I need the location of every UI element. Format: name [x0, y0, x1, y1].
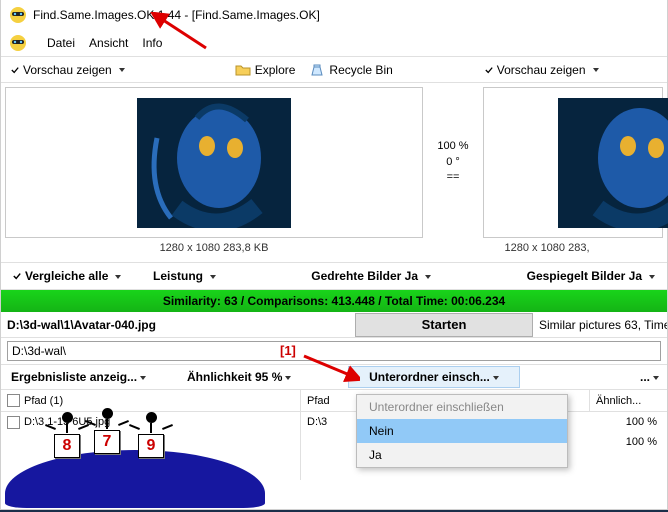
- rotated-label: Gedrehte Bilder Ja: [311, 269, 418, 283]
- chevron-down-icon: [210, 269, 216, 283]
- list-cell-path: D:\3: [307, 416, 327, 428]
- performance-dropdown[interactable]: Leistung: [147, 269, 267, 283]
- check-icon: [485, 66, 493, 74]
- chevron-down-icon: [140, 370, 146, 384]
- mirrored-label: Gespiegelt Bilder Ja: [527, 269, 642, 283]
- menubar: Datei Ansicht Info: [1, 30, 667, 56]
- recycle-label: Recycle Bin: [329, 63, 392, 77]
- chevron-down-icon: [493, 370, 499, 384]
- list-cell-sim: 100 %: [589, 432, 667, 452]
- preview-image-left: [137, 98, 291, 228]
- subfolders-menu-title: Unterordner einschließen: [357, 395, 567, 419]
- performance-label: Leistung: [153, 269, 203, 283]
- overlay-card: 8: [54, 434, 80, 458]
- start-button-label: Starten: [422, 317, 467, 332]
- subfolders-menu: Unterordner einschließen Nein Ja: [356, 394, 568, 468]
- recycle-icon: [309, 62, 325, 78]
- compare-all-dropdown[interactable]: Vergleiche alle: [7, 269, 147, 283]
- subfolders-menu-yes[interactable]: Ja: [357, 443, 567, 467]
- compare-options-row: Vergleiche alle Leistung Gedrehte Bilder…: [1, 262, 667, 290]
- list-header-left-label: Pfad (1): [24, 395, 63, 407]
- check-icon: [11, 66, 19, 74]
- annotation-arrow-icon: [300, 350, 360, 382]
- explore-button[interactable]: Explore: [231, 62, 300, 78]
- status-text: Similarity: 63 / Comparisons: 413.448 / …: [163, 294, 505, 308]
- image-meta-right: 1280 x 1080 283,: [427, 242, 667, 262]
- menu-view[interactable]: Ansicht: [89, 36, 128, 50]
- overlay-card: 9: [138, 434, 164, 458]
- annotation-arrow-icon: [150, 12, 210, 52]
- preview-toggle-right[interactable]: Vorschau zeigen: [481, 63, 603, 77]
- list-header-sim-label: Ähnlich...: [596, 395, 641, 407]
- subfolders-menu-no[interactable]: Nein: [357, 419, 567, 443]
- chevron-down-icon: [115, 269, 121, 283]
- preview-pane-right[interactable]: [483, 87, 663, 238]
- preview-toggle-left-label: Vorschau zeigen: [23, 63, 112, 77]
- checkbox[interactable]: [7, 394, 20, 407]
- result-list-dropdown[interactable]: Ergebnisliste anzeig...: [1, 365, 177, 389]
- list-header-right-label: Pfad: [307, 395, 330, 407]
- more-options-button[interactable]: ...: [632, 370, 667, 384]
- preview-toolbar: Vorschau zeigen Explore Recycle Bin Vors…: [1, 56, 667, 82]
- folder-icon: [235, 62, 251, 78]
- preview-toggle-right-label: Vorschau zeigen: [497, 63, 586, 77]
- image-meta-row: 1280 x 1080 283,8 KB 1280 x 1080 283,: [1, 242, 667, 262]
- preview-row: 100 % 0 ° ==: [1, 82, 667, 242]
- chevron-down-icon: [653, 370, 659, 384]
- compare-all-label: Vergleiche alle: [25, 269, 108, 283]
- current-path-row: D:\3d-wal\1\Avatar-040.jpg Starten Simil…: [1, 312, 667, 338]
- preview-pane-left[interactable]: [5, 87, 423, 238]
- overlay-card: 7: [94, 430, 120, 454]
- chevron-down-icon: [119, 63, 125, 77]
- list-header-left[interactable]: Pfad (1): [1, 390, 300, 412]
- list-cell-sim: 100 %: [589, 412, 667, 432]
- mirrored-dropdown[interactable]: Gespiegelt Bilder Ja: [437, 269, 661, 283]
- status-bar: Similarity: 63 / Comparisons: 413.448 / …: [1, 290, 667, 312]
- result-list-label: Ergebnisliste anzeig...: [11, 370, 137, 384]
- current-image-path: D:\3d-wal\1\Avatar-040.jpg: [1, 318, 355, 332]
- app-icon: [9, 6, 27, 24]
- menu-file[interactable]: Datei: [47, 36, 75, 50]
- compare-rotation: 0 °: [446, 155, 460, 170]
- explore-label: Explore: [255, 63, 296, 77]
- compare-equal: ==: [447, 170, 460, 185]
- start-button[interactable]: Starten: [355, 313, 533, 337]
- subfolders-label: Unterordner einsch...: [369, 370, 490, 384]
- preview-image-right: [558, 98, 668, 228]
- chevron-down-icon: [593, 63, 599, 77]
- chevron-down-icon: [285, 370, 291, 384]
- compare-percent: 100 %: [437, 139, 468, 154]
- checkbox[interactable]: [7, 416, 20, 429]
- preview-toggle-left[interactable]: Vorschau zeigen: [7, 63, 129, 77]
- chevron-down-icon: [649, 269, 655, 283]
- check-icon: [13, 272, 21, 280]
- recycle-button[interactable]: Recycle Bin: [305, 62, 396, 78]
- compare-info: 100 % 0 ° ==: [427, 87, 479, 238]
- similarity-label: Ähnlichkeit 95 %: [187, 370, 282, 384]
- list-header-sim[interactable]: Ähnlich...: [589, 390, 667, 412]
- titlebar: Find.Same.Images.OK 1.44 - [Find.Same.Im…: [1, 0, 667, 30]
- subfolders-dropdown[interactable]: Unterordner einsch...: [348, 366, 520, 388]
- chevron-down-icon: [425, 269, 431, 283]
- rotated-dropdown[interactable]: Gedrehte Bilder Ja: [267, 269, 437, 283]
- image-meta-left: 1280 x 1080 283,8 KB: [1, 242, 427, 262]
- app-icon-small: [9, 34, 27, 52]
- annotation-marker-1: [1]: [280, 343, 296, 358]
- result-summary: Similar pictures 63, Time 0.1: [533, 318, 667, 332]
